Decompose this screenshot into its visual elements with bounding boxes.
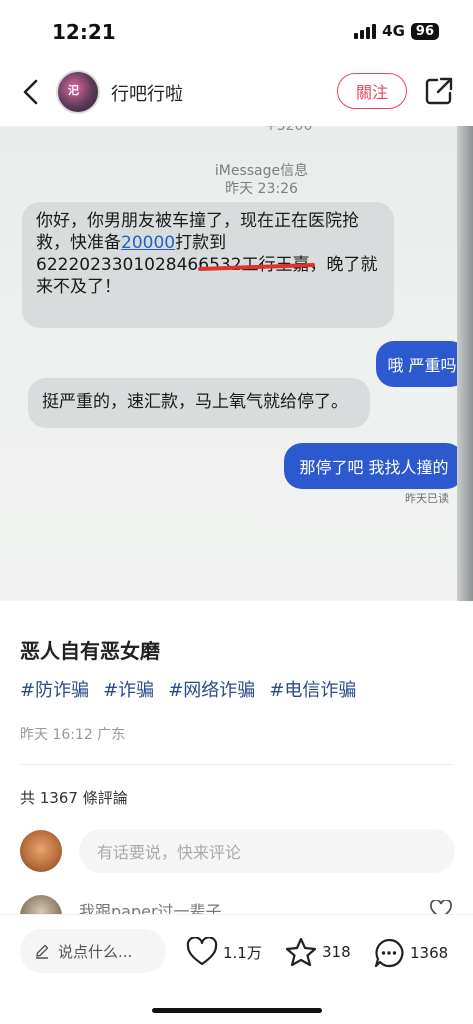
post-title: 恶人自有恶女磨 [20, 639, 160, 663]
struck-text: 6532工行王嘉 [198, 255, 310, 275]
battery-icon: 96 [410, 22, 439, 40]
say-something-input[interactable]: 说点什么... [20, 929, 166, 973]
read-receipt: 昨天已读 [405, 492, 449, 505]
tag-item[interactable]: #网络诈骗 [168, 676, 255, 702]
post-meta: 昨天 16:12 广东 [20, 727, 126, 743]
home-indicator [152, 1008, 322, 1013]
share-icon[interactable] [424, 76, 454, 106]
collect-button[interactable]: 318 [285, 937, 351, 967]
imessage-label: iMessage信息 [214, 163, 309, 179]
tag-item[interactable]: #防诈骗 [20, 676, 89, 702]
status-time: 12:21 [52, 20, 116, 44]
back-icon[interactable] [18, 76, 46, 108]
photo-top-number: +5200 [265, 126, 313, 134]
divider [20, 764, 453, 765]
tag-item[interactable]: #诈骗 [103, 676, 154, 702]
amount-link: 20000 [121, 233, 176, 253]
signal-icon [354, 23, 377, 39]
nav-bar: 汜 行吧行啦 關注 [0, 62, 473, 122]
follow-button[interactable]: 關注 [337, 73, 407, 109]
comment-icon [374, 938, 404, 968]
tag-list: #防诈骗 #诈骗 #网络诈骗 #电信诈骗 [20, 676, 356, 702]
bottom-bar: 说点什么... 1.1万 318 1368 [0, 915, 473, 1024]
like-button[interactable]: 1.1万 [186, 937, 262, 967]
heart-icon [186, 937, 218, 966]
say-something-label: 说点什么... [58, 942, 133, 961]
outgoing-message-1: 哦 严重吗 [376, 341, 468, 387]
my-avatar [20, 830, 62, 872]
collect-count: 318 [322, 943, 351, 961]
imessage-header: iMessage信息 昨天 23:26 [0, 162, 473, 198]
author-avatar[interactable]: 汜 [56, 70, 100, 114]
comment-count-bottom: 1368 [410, 944, 449, 962]
author-name[interactable]: 行吧行啦 [111, 80, 183, 106]
imessage-time: 昨天 23:26 [225, 181, 298, 197]
pencil-icon [36, 944, 49, 959]
incoming-message-2: 挺严重的，速汇款，马上氧气就给停了。 [28, 378, 370, 428]
comment-button[interactable]: 1368 [373, 937, 448, 969]
incoming-message-1: 你好，你男朋友被车撞了，现在正在医院抢救，快准备20000打款到 6222023… [22, 202, 394, 328]
network-type: 4G [382, 22, 405, 40]
status-bar: 12:21 4G 96 [0, 0, 473, 60]
star-icon [285, 937, 317, 967]
comment-input[interactable]: 有话要说，快来评论 [79, 829, 455, 873]
photo-edge [457, 126, 473, 601]
status-right: 4G 96 [354, 22, 439, 40]
outgoing-message-2: 那停了吧 我找人撞的 [284, 443, 464, 489]
like-count: 1.1万 [223, 943, 262, 962]
post-image[interactable]: +5200 iMessage信息 昨天 23:26 你好，你男朋友被车撞了，现在… [0, 126, 473, 601]
comment-count: 共 1367 條評論 [20, 789, 128, 807]
tag-item[interactable]: #电信诈骗 [269, 676, 356, 702]
